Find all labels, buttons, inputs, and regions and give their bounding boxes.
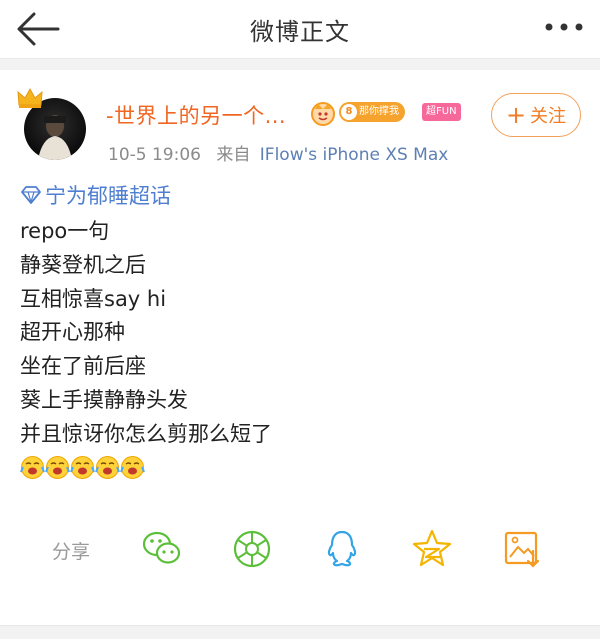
avatar-container[interactable] [16, 86, 88, 162]
page-title: 微博正文 [250, 18, 350, 46]
diamond-icon [21, 186, 41, 204]
source-prefix: 来自 [216, 145, 251, 165]
more-dots-icon [545, 23, 583, 31]
qq-icon [327, 530, 357, 567]
moments-icon [233, 530, 271, 568]
more-button[interactable] [542, 12, 586, 42]
follow-button[interactable]: + 关注 [491, 93, 581, 137]
bottom-divider [0, 625, 600, 639]
content-line: repo一句 [20, 219, 110, 243]
post-source[interactable]: IFlow's iPhone XS Max [260, 145, 449, 165]
share-qq-button[interactable] [320, 527, 364, 571]
crying-laugh-emoji-icon [120, 456, 145, 479]
share-moments-button[interactable] [230, 527, 274, 571]
content-line: 坐在了前后座 [20, 354, 146, 379]
crying-laugh-emoji-icon [95, 456, 120, 479]
header-divider [0, 58, 600, 70]
share-label: 分享 [52, 541, 91, 563]
post-timestamp: 10-5 19:06 [108, 145, 201, 165]
share-row: 分享 [0, 525, 600, 575]
content-line: 葵上手摸静静头发 [20, 387, 188, 412]
vip-crown-icon[interactable] [309, 100, 337, 126]
content-line: 互相惊喜say hi [20, 286, 167, 311]
chaohua-badge[interactable]: 超FUN [422, 103, 461, 121]
plus-icon: + [505, 101, 527, 129]
content-line: 超开心那种 [20, 320, 125, 345]
wechat-icon [142, 531, 181, 564]
post-content: repo一句 静葵登机之后 互相惊喜say hi 超开心那种 坐在了前后座 葵上… [20, 215, 272, 452]
post-card: -世界上的另一个... 8 那你撑我 超FUN + 关注 10-5 19:06 … [0, 70, 600, 625]
fan-level-number: 8 [341, 104, 357, 120]
follow-label: 关注 [530, 106, 567, 127]
fan-level-badge[interactable]: 8 那你撑我 [339, 102, 405, 122]
super-topic-link[interactable]: 宁为郁睡超话 [20, 180, 171, 210]
content-line: 静葵登机之后 [20, 252, 146, 277]
post-meta: 10-5 19:06 来自 IFlow's iPhone XS Max [108, 140, 448, 165]
username[interactable]: -世界上的另一个... [106, 100, 286, 130]
emoji-row [20, 455, 145, 480]
crying-laugh-emoji-icon [45, 456, 70, 479]
crown-icon [17, 87, 43, 108]
crying-laugh-emoji-icon [70, 456, 95, 479]
save-image-icon [504, 531, 540, 568]
top-bar: 微博正文 [0, 0, 600, 58]
crying-laugh-emoji-icon [20, 456, 45, 479]
topic-label: 宁为郁睡超话 [45, 184, 171, 208]
fan-badge-label: 那你撑我 [359, 106, 399, 117]
qzone-icon [412, 529, 452, 567]
save-image-button[interactable] [500, 527, 544, 571]
content-line: 并且惊讶你怎么剪那么短了 [20, 421, 272, 446]
share-qzone-button[interactable] [410, 527, 454, 571]
share-wechat-button[interactable] [140, 527, 184, 571]
